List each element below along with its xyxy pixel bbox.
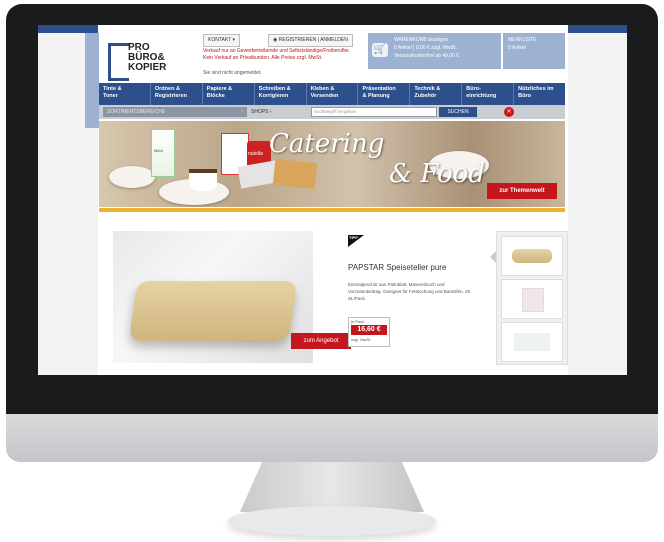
stack-thumb-image [514,333,550,351]
shops-label: SHOPS [251,109,269,115]
cart-icon: 🛒 [372,43,388,57]
nav-item-office[interactable]: Nützliches im Büro [514,83,565,105]
cart-items: 0 Artikel | 0,00 € zzgl. MwSt. [394,45,457,51]
chevron-right-icon: › [241,109,243,115]
thumbnail-item[interactable] [501,322,563,362]
search-button[interactable]: SUCHEN [439,107,477,117]
thumbnail-item[interactable] [501,236,563,276]
cart-free-shipping: Versandkostenfrei ab 49,00 € [394,53,460,59]
search-input[interactable]: Suchbegriff eingeben [311,107,437,117]
nav-item-paper[interactable]: Papiere & Blöcke [203,83,255,105]
nav-item-shipping[interactable]: Kleben & Versenden [307,83,359,105]
milk-carton-image: Milch [151,129,175,177]
user-icon: ◉ [273,37,278,43]
monitor-stand-neck [240,462,424,512]
monitor-stand-foot [228,506,436,536]
chevron-right-icon: › [269,109,272,115]
milk-label: Milch [154,148,164,153]
nav-item-furniture[interactable]: Büro- einrichtung [462,83,515,105]
nav-item-ink-toner[interactable]: Tinte & Toner [99,83,151,105]
logo[interactable]: PRO BÜRO& KOPIER [108,42,194,81]
banner-title: Catering [269,129,385,159]
business-notice: Verkauf nur an Gewerbetreibende und Selb… [203,48,351,61]
coffee-cup-image [189,169,217,191]
tray-thumb-image [512,249,552,263]
wishlist-title: MERKLISTE [508,37,537,43]
product-title[interactable]: PAPSTAR Speiseteller pure [348,263,446,272]
tip-flag-label: TIPP [349,235,358,240]
left-accent [85,33,99,128]
thumbnail-strip [496,231,568,365]
plate-tray-image [128,281,298,341]
category-select-label: SORTIMENTSBEREICHE [107,109,166,115]
nav-item-writing[interactable]: Schreiben & Korrigieren [255,83,307,105]
theme-world-button[interactable]: zur Themenwelt [487,183,557,199]
shops-select[interactable]: SHOPS › [251,107,272,117]
product-image[interactable]: zum Angebot [113,231,351,363]
price-value: 16,60 € [351,325,387,335]
offer-button[interactable]: zum Angebot [291,333,351,349]
cart-widget[interactable]: 🛒 WARENKORB anzeigen 0 Artikel | 0,00 € … [368,33,501,69]
hero-banner[interactable]: Milch nutella Catering & Food zur Themen… [99,121,565,207]
price-box: je Pack 16,60 € zzgl. MwSt. [348,317,390,347]
main-nav: Tinte & Toner Ordnen & Registrieren Papi… [99,83,565,105]
nav-item-presentation[interactable]: Präsentation & Planung [358,83,411,105]
logo-mark [108,43,129,81]
plate-image [109,166,155,188]
chevron-down-icon: ▾ [232,37,236,43]
kontakt-button[interactable]: KONTAKT ▾ [203,34,241,47]
register-login-label: REGISTRIEREN | ANMELDEN [278,37,348,43]
login-status: Sie sind nicht angemeldet. [203,70,262,76]
food-box-image [272,158,318,190]
product-description: Einmalgeschirr aus Palmblatt, Massenbruc… [348,282,471,301]
category-select[interactable]: SORTIMENTSBEREICHE › [103,107,247,117]
search-bar: SORTIMENTSBEREICHE › SHOPS › Suchbegriff … [99,105,565,119]
cart-title: WARENKORB anzeigen [394,37,449,43]
nav-item-filing[interactable]: Ordnen & Registrieren [151,83,203,105]
wishlist-count: 0 Artikel [508,45,526,51]
vat-note: zzgl. MwSt. [351,337,372,342]
screen: PRO BÜRO& KOPIER KONTAKT ▾ ◉ REGISTRIERE… [38,25,627,375]
thumbnail-item[interactable] [501,279,563,319]
logo-text: PRO BÜRO& KOPIER [128,42,167,73]
wishlist-widget[interactable]: MERKLISTE 0 Artikel [503,33,565,69]
register-login-button[interactable]: ◉ REGISTRIEREN | ANMELDEN [268,34,353,47]
nutella-label: nutella [248,151,263,157]
accent-line [99,208,565,212]
nav-item-tech[interactable]: Technik & Zubehör [410,83,463,105]
monitor-chin [6,414,658,462]
pack-thumb-image [522,288,544,312]
price-unit: je Pack [351,319,365,324]
kontakt-label: KONTAKT [208,37,232,43]
close-icon[interactable]: ✕ [504,107,514,117]
banner-subtitle: & Food [389,159,485,189]
